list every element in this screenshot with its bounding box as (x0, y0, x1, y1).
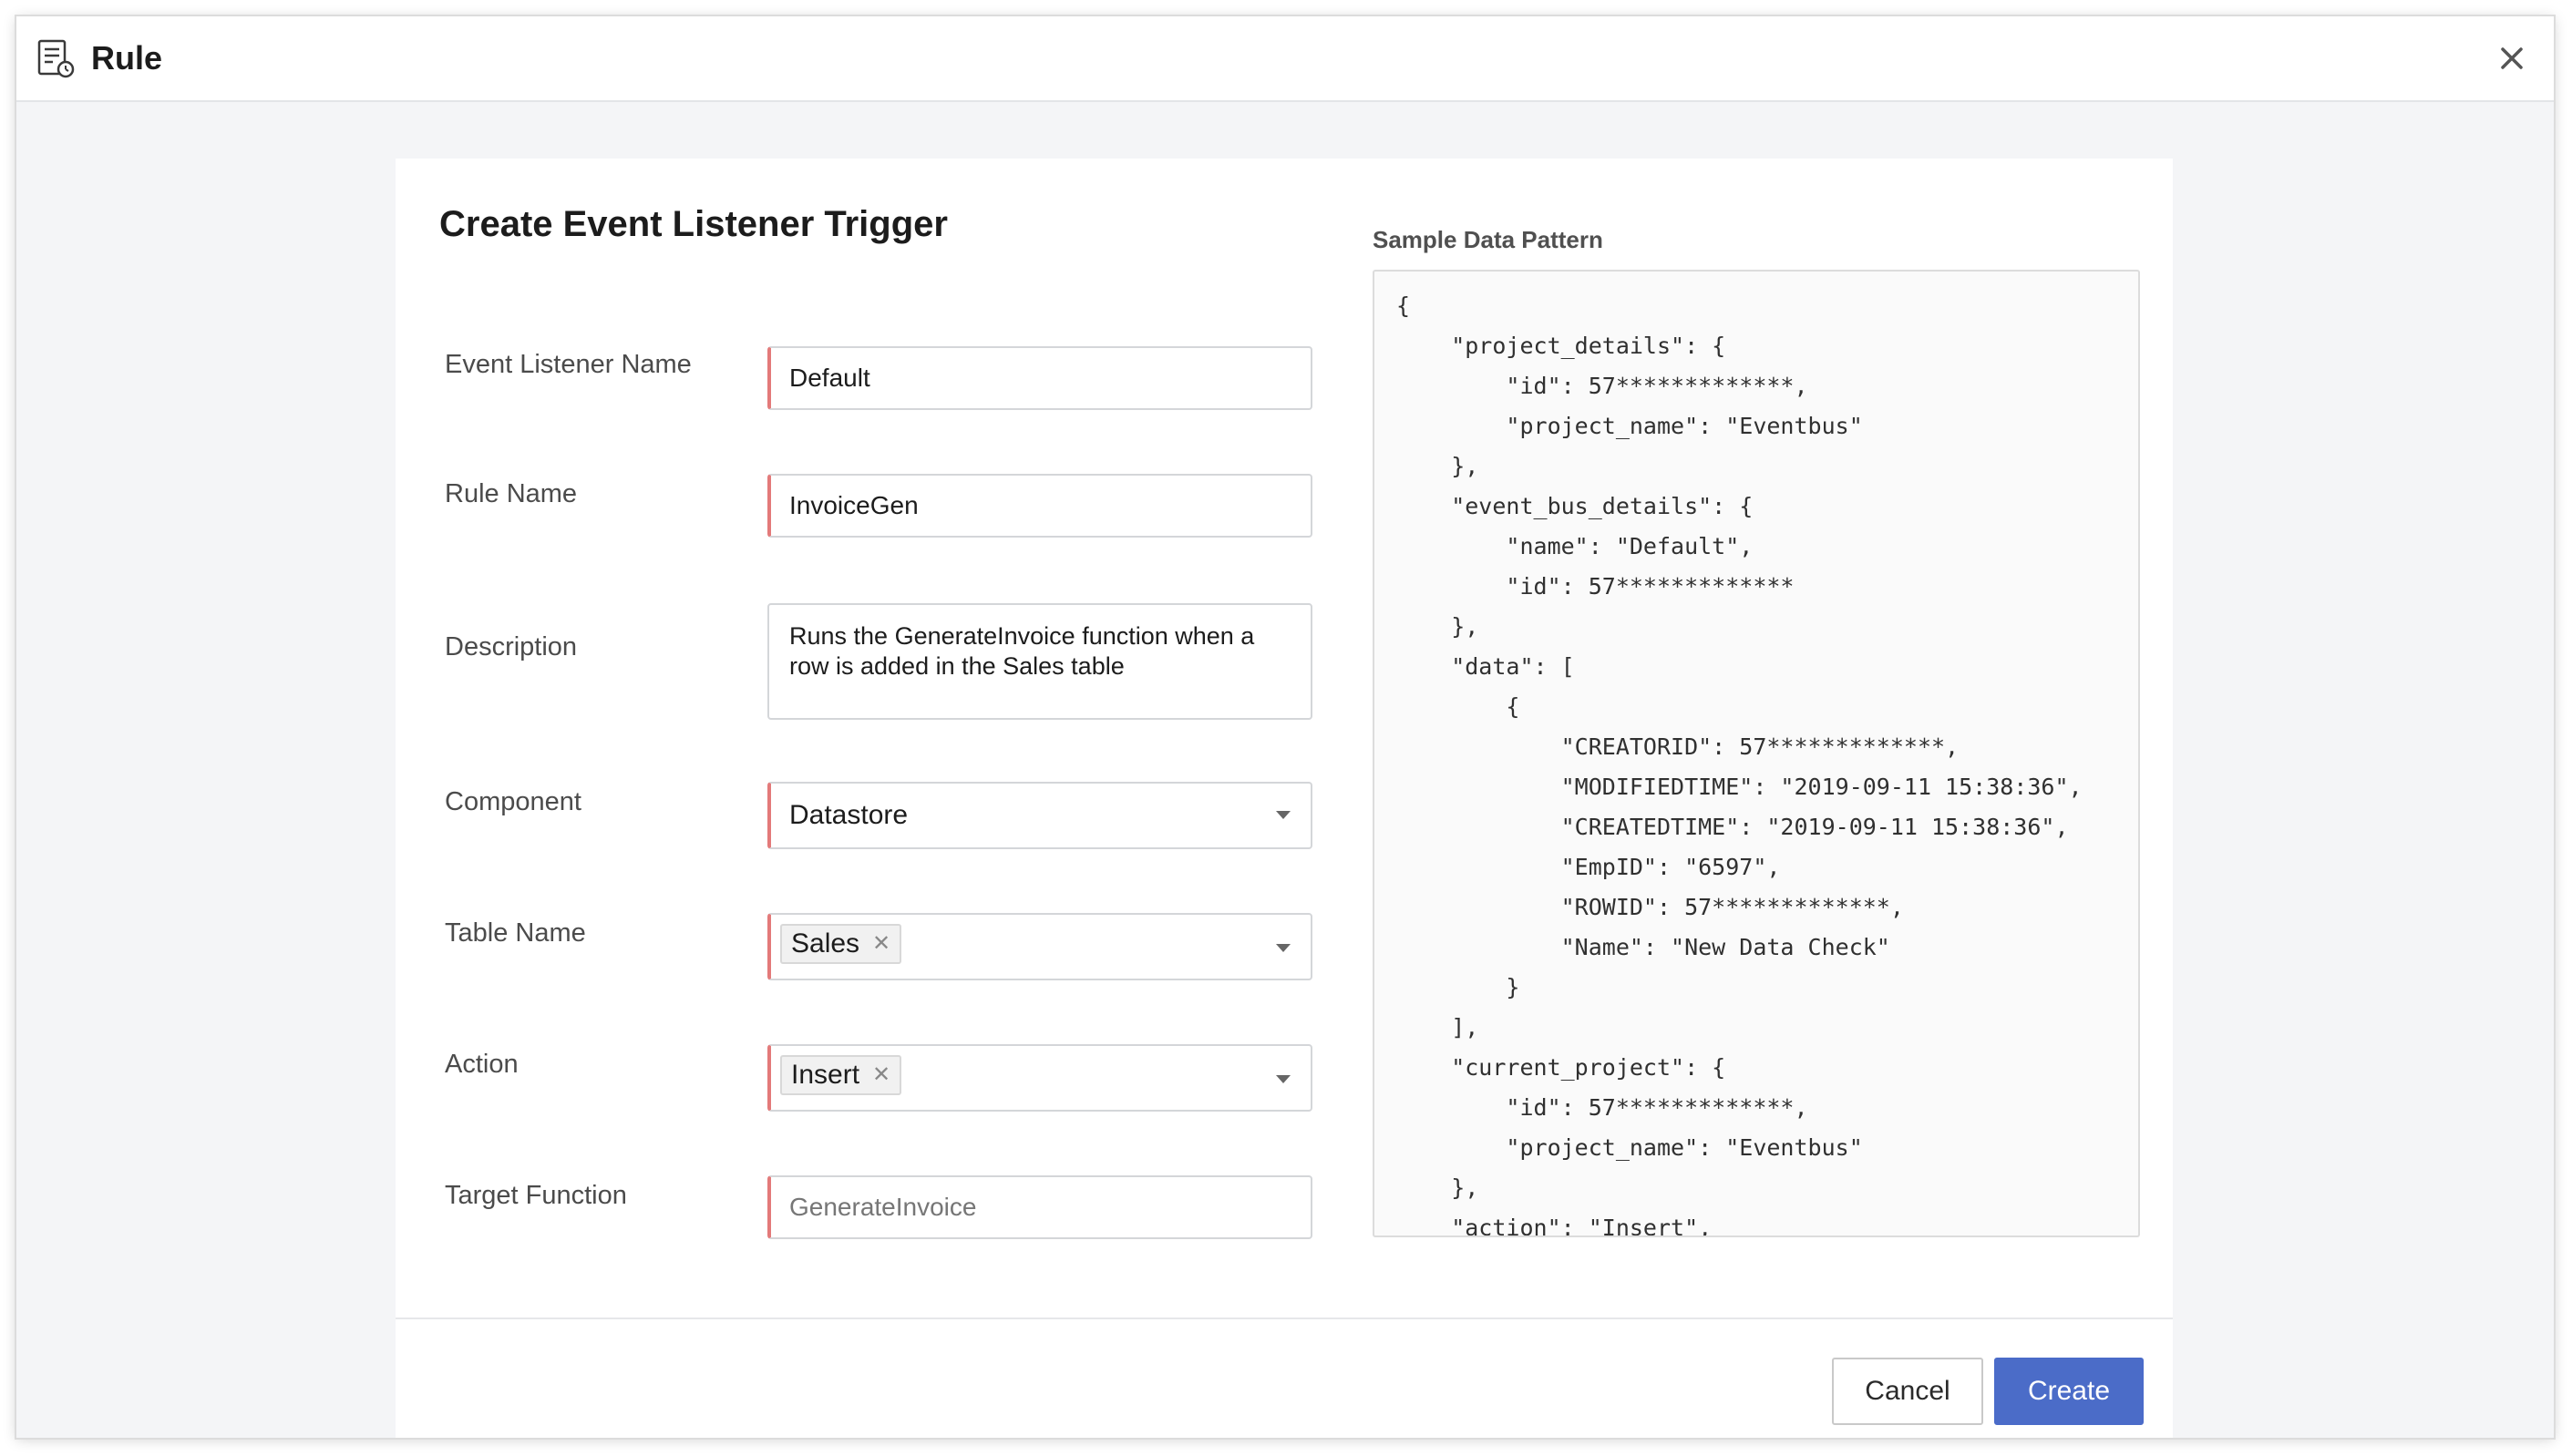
rule-name-field[interactable]: InvoiceGen (767, 474, 1312, 538)
remove-chip-icon[interactable]: ✕ (872, 1057, 890, 1093)
action-label: Action (445, 1050, 519, 1079)
component-select[interactable]: Datastore (767, 782, 1312, 849)
create-button[interactable]: Create (1994, 1358, 2144, 1425)
chevron-down-icon (1276, 1075, 1291, 1083)
event-listener-name-value: Default (789, 364, 870, 392)
sample-data-code-box[interactable]: { "project_details": { "id": 57*********… (1373, 270, 2140, 1237)
description-field[interactable]: Runs the GenerateInvoice function when a… (767, 603, 1312, 720)
table-name-label: Table Name (445, 918, 586, 948)
form-heading: Create Event Listener Trigger (439, 204, 948, 244)
table-name-select[interactable]: Sales ✕ (767, 913, 1312, 980)
chevron-down-icon (1276, 944, 1291, 952)
table-chip-sales: Sales ✕ (780, 924, 902, 964)
target-function-placeholder: GenerateInvoice (789, 1193, 977, 1221)
table-chip-label: Sales (791, 928, 860, 959)
remove-chip-icon[interactable]: ✕ (872, 926, 890, 962)
footer-divider (396, 1318, 2173, 1319)
rule-document-icon (37, 39, 75, 78)
rule-name-label: Rule Name (445, 479, 578, 508)
component-value: Datastore (789, 800, 909, 830)
dialog-title: Rule (91, 39, 163, 77)
dialog-header: Rule (16, 16, 2554, 102)
chevron-down-icon (1276, 811, 1291, 819)
action-chip-label: Insert (791, 1060, 860, 1090)
sample-data-label: Sample Data Pattern (1373, 226, 1603, 253)
target-function-field[interactable]: GenerateInvoice (767, 1175, 1312, 1239)
component-label: Component (445, 787, 581, 816)
close-icon[interactable] (2494, 40, 2530, 77)
sample-data-code: { "project_details": { "id": 57*********… (1396, 292, 2083, 1237)
target-function-label: Target Function (445, 1181, 627, 1210)
cancel-button[interactable]: Cancel (1832, 1358, 1983, 1425)
event-listener-name-label: Event Listener Name (445, 350, 692, 379)
action-select[interactable]: Insert ✕ (767, 1044, 1312, 1112)
rule-dialog: Rule Create Event Listener Trigger Event… (16, 16, 2554, 1438)
event-listener-name-field[interactable]: Default (767, 346, 1312, 410)
action-chip-insert: Insert ✕ (780, 1055, 902, 1095)
trigger-form-card: Create Event Listener Trigger Event List… (396, 159, 2173, 1438)
rule-name-value: InvoiceGen (789, 491, 919, 519)
description-label: Description (445, 632, 578, 661)
